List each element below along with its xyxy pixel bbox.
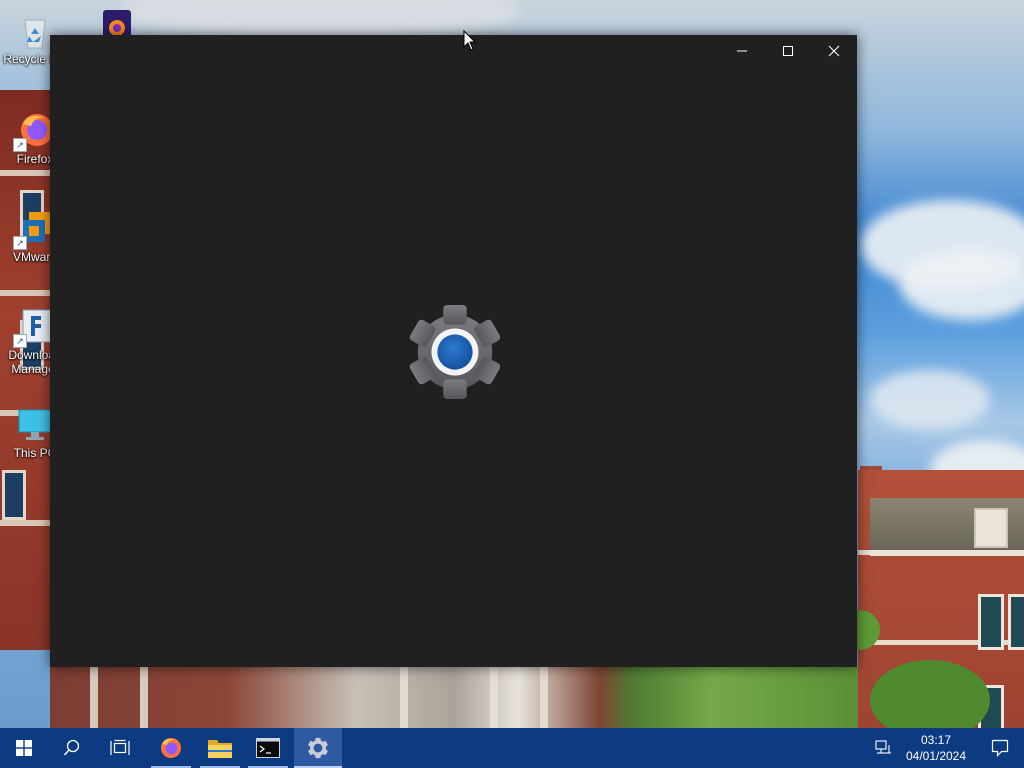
task-view-button[interactable]	[96, 728, 144, 768]
taskbar-command-prompt-button[interactable]	[244, 728, 292, 768]
vmware-icon: ↗	[13, 208, 55, 250]
start-button[interactable]	[0, 728, 48, 768]
mouse-cursor-icon	[463, 30, 477, 51]
windows-logo-icon	[16, 740, 32, 756]
taskbar-settings-button[interactable]	[294, 728, 342, 768]
taskbar-clock[interactable]: 03:17 04/01/2024	[900, 728, 972, 768]
firefox-icon	[161, 738, 181, 758]
taskbar-firefox-button[interactable]	[147, 728, 195, 768]
terminal-icon	[256, 738, 280, 758]
taskbar: 03:17 04/01/2024	[0, 728, 1024, 768]
close-icon	[828, 45, 840, 57]
download-manager-icon: ↗	[13, 306, 55, 348]
network-button[interactable]	[864, 728, 904, 768]
minimize-icon	[737, 50, 747, 52]
search-icon	[63, 739, 80, 756]
close-button[interactable]	[811, 35, 857, 67]
minimize-button[interactable]	[719, 35, 765, 67]
settings-window[interactable]	[50, 35, 857, 667]
clock-date: 04/01/2024	[905, 749, 967, 763]
shortcut-arrow-icon: ↗	[13, 138, 27, 152]
gear-icon	[409, 304, 501, 400]
action-center-button[interactable]	[976, 728, 1024, 768]
clock-time: 03:17	[920, 733, 952, 747]
folder-icon	[208, 740, 232, 758]
gear-icon	[308, 737, 328, 759]
firefox-icon: ↗	[13, 110, 55, 152]
task-view-icon	[110, 739, 130, 755]
search-button[interactable]	[48, 728, 96, 768]
recycle-bin-icon	[15, 10, 55, 50]
action-center-icon	[991, 739, 1009, 757]
maximize-button[interactable]	[765, 35, 811, 67]
maximize-icon	[783, 46, 793, 56]
taskbar-file-explorer-button[interactable]	[196, 728, 244, 768]
network-icon	[875, 740, 891, 754]
shortcut-arrow-icon: ↗	[13, 236, 27, 250]
this-pc-icon	[15, 404, 55, 444]
shortcut-arrow-icon: ↗	[13, 334, 27, 348]
